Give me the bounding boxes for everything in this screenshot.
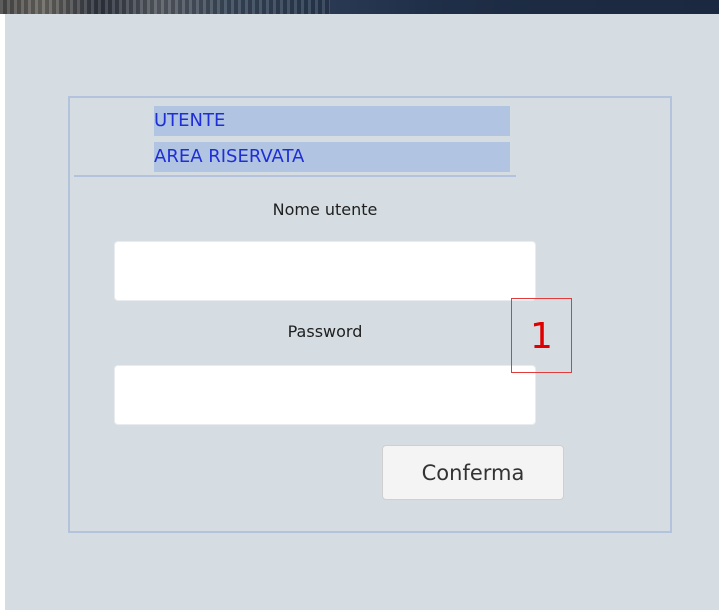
password-input[interactable] bbox=[114, 365, 536, 425]
password-label: Password bbox=[287, 322, 363, 341]
username-input[interactable] bbox=[114, 241, 536, 301]
header-divider bbox=[74, 175, 516, 177]
page: UTENTE AREA RISERVATA Nome utente Passwo… bbox=[0, 0, 719, 613]
header-banner-image bbox=[0, 0, 719, 14]
section-title-user: UTENTE bbox=[154, 106, 510, 136]
banner-texture bbox=[0, 0, 330, 14]
section-title-reserved-area: AREA RISERVATA bbox=[154, 142, 510, 172]
confirm-button[interactable]: Conferma bbox=[382, 445, 564, 500]
username-label: Nome utente bbox=[272, 200, 378, 219]
annotation-marker: 1 bbox=[511, 298, 572, 373]
